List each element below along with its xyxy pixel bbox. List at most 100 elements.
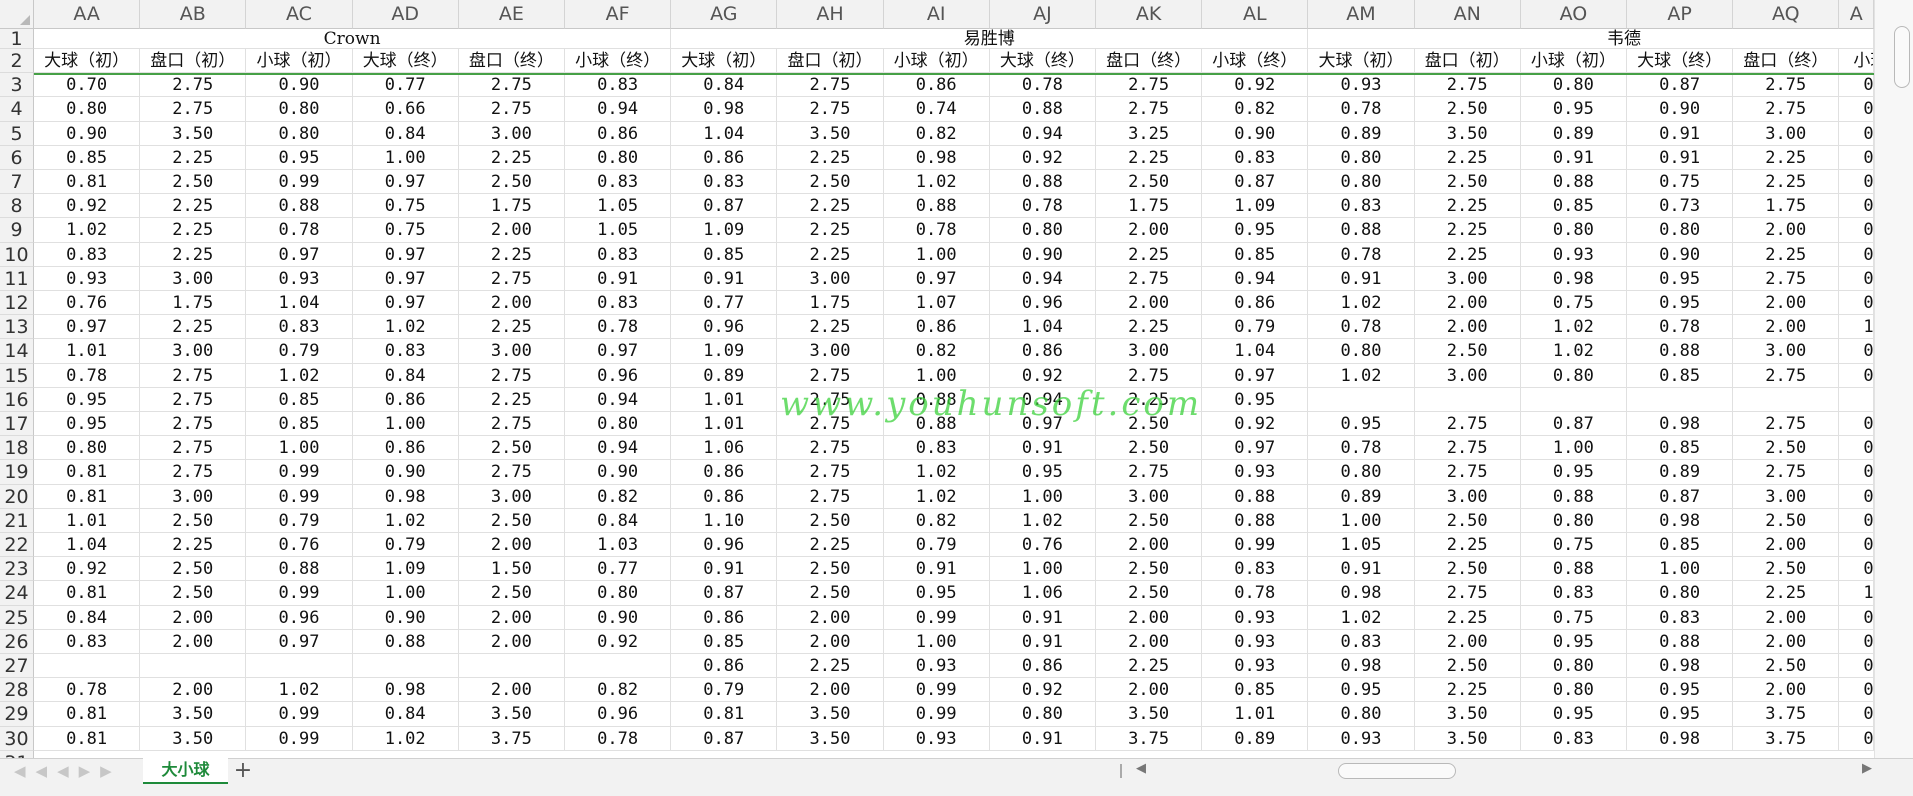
data-cell[interactable]: 0.88 [1520, 170, 1627, 195]
data-cell[interactable]: 0.95 [1202, 218, 1309, 243]
data-cell[interactable]: 2.00 [1096, 291, 1203, 316]
data-cell[interactable]: 3.75 [1733, 726, 1840, 751]
data-cell[interactable]: 1.09 [1202, 194, 1309, 219]
subheader-cell[interactable]: 小球（ [1839, 49, 1874, 74]
data-cell[interactable]: 1.00 [989, 484, 1096, 509]
data-cell[interactable]: 2.75 [777, 412, 884, 437]
data-cell[interactable]: 3.00 [1096, 484, 1203, 509]
data-cell[interactable]: 0.98 [1627, 508, 1734, 533]
column-header[interactable]: AF [565, 0, 672, 29]
row-header[interactable]: 2 [0, 49, 34, 74]
data-cell[interactable]: 0.89 [1520, 121, 1627, 146]
data-cell[interactable]: 2.75 [1733, 412, 1840, 437]
data-cell[interactable]: 2.25 [777, 194, 884, 219]
data-cell[interactable]: 0.87 [671, 581, 778, 606]
data-cell[interactable]: 0.89 [1308, 484, 1415, 509]
data-cell[interactable]: 0.91 [565, 266, 672, 291]
data-cell[interactable]: 0.90 [565, 460, 672, 485]
data-cell[interactable]: 0.94 [565, 436, 672, 461]
data-cell[interactable]: 2.50 [458, 436, 565, 461]
data-cell[interactable]: 0.80 [1627, 218, 1734, 243]
data-cell[interactable] [352, 654, 459, 679]
data-cell[interactable]: 2.50 [1414, 170, 1521, 195]
data-cell[interactable]: 2.00 [1096, 678, 1203, 703]
data-cell[interactable]: 0.80 [1520, 73, 1627, 98]
data-cell[interactable]: 0.98 [883, 145, 990, 170]
data-cell[interactable]: 2.75 [1414, 581, 1521, 606]
data-cell[interactable]: 1.00 [246, 436, 353, 461]
data-cell[interactable]: 0.88 [352, 629, 459, 654]
data-cell[interactable]: 0.95 [883, 581, 990, 606]
data-cell[interactable]: 2.25 [1096, 145, 1203, 170]
data-cell[interactable]: 0.83 [883, 436, 990, 461]
row-header[interactable]: 1 [0, 29, 34, 49]
select-all-corner[interactable] [0, 0, 34, 29]
row-header[interactable]: 14 [0, 339, 34, 364]
data-cell[interactable]: 2.25 [1096, 654, 1203, 679]
data-cell[interactable]: 0.83 [34, 242, 141, 267]
data-cell[interactable]: 0.93 [1520, 242, 1627, 267]
data-cell[interactable]: 0.70 [34, 73, 141, 98]
data-cell[interactable]: 0.92 [1202, 73, 1309, 98]
data-cell[interactable]: 1.01 [34, 508, 141, 533]
data-cell[interactable]: 1.02 [246, 363, 353, 388]
column-header[interactable]: AD [352, 0, 459, 29]
data-cell[interactable]: 0.98 [671, 97, 778, 122]
data-cell[interactable]: 0.93 [1308, 726, 1415, 751]
data-cell[interactable]: 2.75 [1096, 460, 1203, 485]
data-cell[interactable]: 0.99 [1202, 533, 1309, 558]
data-cell[interactable]: 0.85 [671, 629, 778, 654]
data-cell[interactable]: 2.50 [1096, 170, 1203, 195]
data-cell[interactable]: 0.78 [989, 194, 1096, 219]
data-cell[interactable]: 0.86 [671, 484, 778, 509]
data-cell[interactable]: 0.91 [883, 557, 990, 582]
row-header[interactable]: 23 [0, 557, 34, 582]
data-cell[interactable]: 0.96 [246, 605, 353, 630]
row-header[interactable]: 9 [0, 218, 34, 243]
data-cell[interactable]: 0.90 [565, 605, 672, 630]
data-cell[interactable]: 0.86 [883, 315, 990, 340]
data-cell[interactable]: 0.91 [1308, 557, 1415, 582]
data-cell[interactable]: 3.00 [1414, 484, 1521, 509]
data-cell[interactable]: 0.90 [246, 73, 353, 98]
data-cell[interactable]: 0.86 [883, 73, 990, 98]
data-cell[interactable]: 0.80 [1520, 218, 1627, 243]
data-cell[interactable]: 0.91 [989, 629, 1096, 654]
data-cell[interactable]: 0.98 [1627, 654, 1734, 679]
data-cell[interactable]: 2.00 [1414, 291, 1521, 316]
data-cell[interactable]: 0.99 [883, 605, 990, 630]
data-cell[interactable]: 0.75 [352, 194, 459, 219]
row-header[interactable]: 19 [0, 460, 34, 485]
data-cell[interactable]: 0.95 [1520, 702, 1627, 727]
data-cell[interactable]: 0.81 [34, 581, 141, 606]
data-cell[interactable]: 2.75 [140, 73, 247, 98]
data-cell[interactable]: 2.75 [458, 363, 565, 388]
row-header[interactable]: 15 [0, 363, 34, 388]
data-cell[interactable]: 0.79 [246, 508, 353, 533]
data-cell[interactable]: 0.82 [565, 678, 672, 703]
data-cell[interactable]: 1.10 [671, 508, 778, 533]
row-header[interactable]: 20 [0, 484, 34, 509]
data-cell[interactable] [140, 654, 247, 679]
data-cell[interactable] [34, 654, 141, 679]
data-cell[interactable]: 1.00 [352, 581, 459, 606]
row-header[interactable]: 30 [0, 726, 34, 751]
data-cell[interactable]: 2.50 [1096, 581, 1203, 606]
data-cell[interactable]: 1.00 [1520, 436, 1627, 461]
data-cell[interactable]: 1.01 [1202, 702, 1309, 727]
data-cell[interactable]: 3.00 [777, 266, 884, 291]
data-cell[interactable]: 0.78 [1308, 315, 1415, 340]
data-cell[interactable]: 0.8 [1839, 242, 1874, 267]
subheader-cell[interactable]: 小球（初） [883, 49, 990, 74]
subheader-cell[interactable]: 小球（终） [1202, 49, 1309, 74]
data-cell[interactable]: 0.80 [246, 97, 353, 122]
data-cell[interactable]: 0.95 [1627, 266, 1734, 291]
data-cell[interactable]: 0.76 [34, 291, 141, 316]
data-cell[interactable]: 2.00 [1096, 218, 1203, 243]
data-cell[interactable]: 0.78 [1202, 581, 1309, 606]
data-cell[interactable]: 2.00 [140, 605, 247, 630]
data-cell[interactable]: 2.75 [140, 460, 247, 485]
data-cell[interactable]: 0.80 [1520, 508, 1627, 533]
data-cell[interactable]: 0.87 [1627, 73, 1734, 98]
data-cell[interactable]: 0.8 [1839, 557, 1874, 582]
